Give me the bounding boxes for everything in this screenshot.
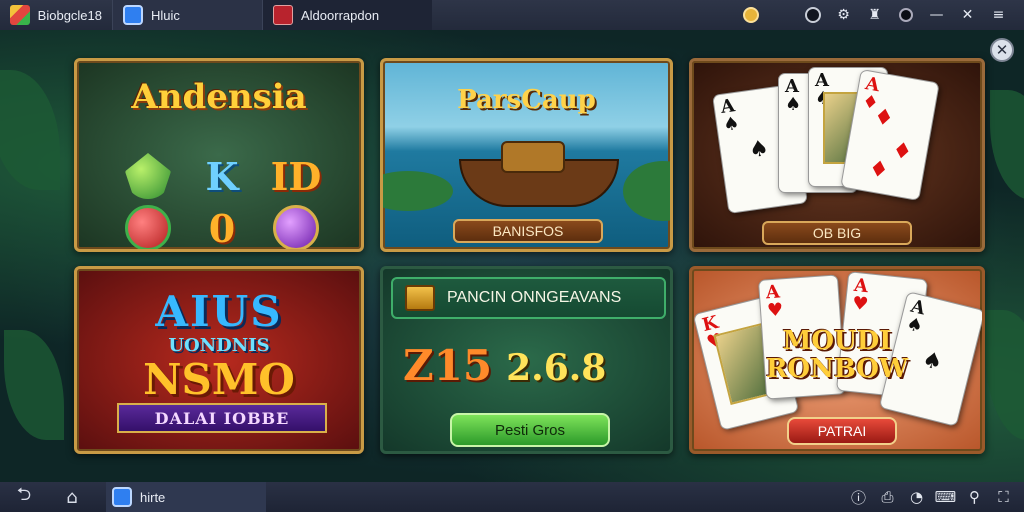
jungle-leaf <box>0 70 60 190</box>
treasure-chest-icon <box>501 141 565 173</box>
jungle-leaf <box>990 90 1024 200</box>
back-icon[interactable]: ⮌ <box>0 482 48 512</box>
tab-label: Biobgcle18 <box>37 7 102 23</box>
game-card-parscaup[interactable]: ParsCaup BANISFOS <box>380 58 673 252</box>
jackpot-number-small: 2.6.8 <box>506 347 607 389</box>
close-window-icon[interactable]: ✕ <box>952 0 983 30</box>
game-lobby: ✕ Andensia K ID 0 ParsCaup BANISFOS A ♠ ♠ … <box>0 30 1024 482</box>
game-title: ParsCaup <box>457 85 596 115</box>
jungle-leaf <box>985 310 1024 440</box>
taskbar-item[interactable]: hirte <box>106 482 266 512</box>
reel-symbol <box>111 205 185 249</box>
screenshot-icon[interactable]: ⎙ <box>873 482 902 512</box>
jackpot-title: PANCIN ONNGEAVANS <box>447 289 622 306</box>
jackpot-numbers: Z15 2.6.8 <box>403 341 606 390</box>
speed-icon[interactable]: ◔ <box>902 482 931 512</box>
slot-reels: K ID 0 <box>111 153 333 249</box>
jackpot-header: PANCIN ONNGEAVANS <box>391 277 666 319</box>
game-card-aius-nsmo[interactable]: AIUS UONDNIS NSMO DALAI IOBBE <box>74 266 364 454</box>
tab-label: Hluic <box>151 7 180 23</box>
app-icon <box>273 5 293 25</box>
minimize-icon[interactable]: — <box>921 0 952 30</box>
notification-icon[interactable]: ♜ <box>859 0 890 30</box>
tab-label: Aldoorrapdon <box>301 7 380 23</box>
game-title-line2: RONBOW <box>765 354 909 384</box>
window-icon <box>112 487 132 507</box>
ruby-icon <box>125 205 171 249</box>
reel-symbol: K <box>205 153 239 199</box>
game-card-poker[interactable]: A♠♠ A♠♠ A♠ A♦♦♦♦ OB BIG <box>689 58 985 252</box>
taskbar-label: hirte <box>140 489 166 505</box>
game-title-line3: NSMO <box>143 355 295 404</box>
tab-hluic[interactable]: Hluic <box>112 0 262 30</box>
account-icon[interactable] <box>797 0 828 30</box>
close-lobby-button[interactable]: ✕ <box>990 38 1014 62</box>
window-icon <box>123 5 143 25</box>
play-button[interactable]: Pesti Gros <box>450 413 610 447</box>
fullscreen-icon[interactable]: ⛶ <box>989 482 1018 512</box>
game-title: MOUDI RONBOW <box>692 327 982 383</box>
jungle-leaf <box>4 330 64 440</box>
game-button[interactable]: OB BIG <box>762 221 912 245</box>
game-card-andensia[interactable]: Andensia K ID 0 <box>74 58 364 252</box>
game-title-line2: UONDNIS <box>168 335 270 356</box>
reel-symbol: ID <box>270 153 322 199</box>
game-button[interactable]: PATRAI <box>787 417 897 445</box>
game-title-line1: AIUS <box>155 287 283 336</box>
theme-icon[interactable] <box>890 0 921 30</box>
island <box>383 171 453 211</box>
settings-icon[interactable]: ⚙ <box>828 0 859 30</box>
window-controls: ⚙ ♜ — ✕ ≡ <box>735 0 1014 30</box>
app-logo-icon <box>10 5 30 25</box>
treasure-box-icon <box>405 285 435 311</box>
coin-icon[interactable] <box>735 0 766 30</box>
title-bar: Biobgcle18 Hluic Aldoorrapdon ⚙ ♜ — ✕ ≡ <box>0 0 1024 30</box>
home-icon[interactable]: ⌂ <box>48 482 96 512</box>
game-banner: DALAI IOBBE <box>117 403 327 433</box>
location-icon[interactable]: ⚲ <box>960 482 989 512</box>
navigation-bar: ⮌ ⌂ hirte ⓘ ⎙ ◔ ⌨ ⚲ ⛶ <box>0 482 1024 512</box>
keyboard-icon[interactable]: ⌨ <box>931 482 960 512</box>
tab-home[interactable]: Biobgcle18 <box>0 0 112 30</box>
game-card-jackpot[interactable]: PANCIN ONNGEAVANS Z15 2.6.8 Pesti Gros <box>380 266 673 454</box>
gem-icon <box>273 205 319 249</box>
menu-icon[interactable]: ≡ <box>983 0 1014 30</box>
island <box>623 161 670 221</box>
jackpot-number-big: Z15 <box>403 341 493 390</box>
game-title-line1: MOUDI <box>782 326 892 356</box>
reel-symbol: 0 <box>208 205 236 251</box>
system-tray: ⓘ ⎙ ◔ ⌨ ⚲ ⛶ <box>844 482 1018 512</box>
info-icon[interactable]: ⓘ <box>844 482 873 512</box>
dragon-icon <box>125 153 171 199</box>
reel-symbol <box>259 205 333 249</box>
tab-game[interactable]: Aldoorrapdon <box>262 0 432 30</box>
game-button[interactable]: BANISFOS <box>453 219 603 243</box>
reel-symbol <box>111 153 185 199</box>
game-title: Andensia <box>131 77 307 117</box>
game-card-ronbow[interactable]: K♥ A♥ A♥ A♠♠ MOUDI RONBOW PATRAI <box>689 266 985 454</box>
